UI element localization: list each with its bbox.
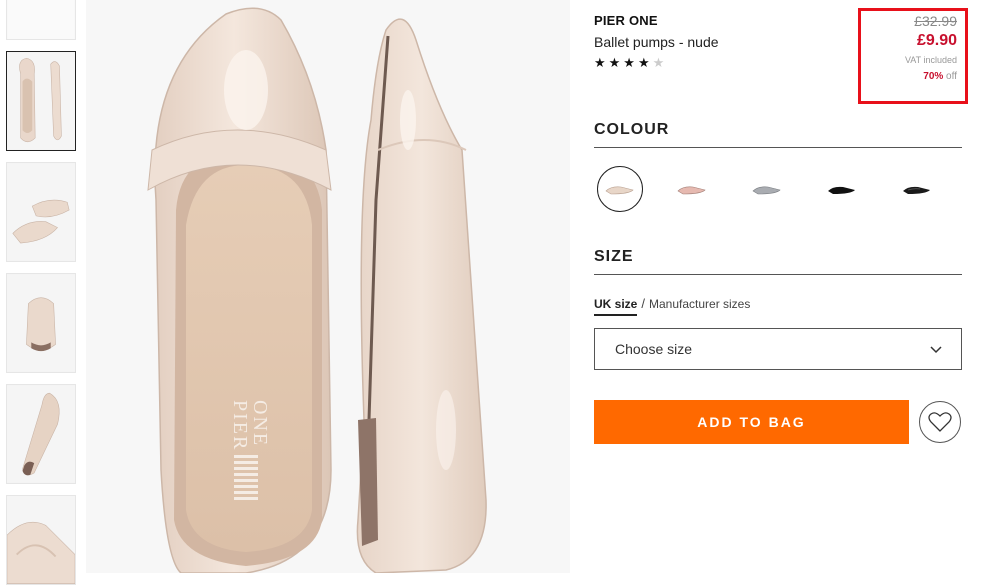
discount-suffix: off <box>943 71 957 82</box>
swatch-grey[interactable] <box>744 166 790 212</box>
product-name: Ballet pumps - nude <box>594 34 719 50</box>
price-box: £32.99 £9.90 VAT included 70% off <box>858 8 968 104</box>
shoe-icon <box>677 186 706 195</box>
colour-divider <box>594 147 962 148</box>
swatch-pink[interactable] <box>669 166 715 212</box>
sale-price: £9.90 <box>916 32 957 49</box>
vat-note: VAT included <box>904 55 957 65</box>
chevron-down-icon <box>930 346 942 354</box>
swatch-black[interactable] <box>819 166 865 212</box>
thumbnail-2[interactable] <box>6 162 76 262</box>
swatch-nude[interactable] <box>597 166 643 212</box>
add-to-bag-button[interactable]: ADD TO BAG <box>594 400 909 444</box>
tab-uk-size[interactable]: UK size <box>594 297 638 316</box>
swatch-black-patent[interactable] <box>894 166 940 212</box>
shoe-icon <box>752 186 781 195</box>
shoe-icon <box>903 186 930 194</box>
insole-brand-bottom: ONE <box>249 400 271 447</box>
insole-brand-top: PIER <box>229 400 251 451</box>
thumbnail-4[interactable] <box>6 384 76 484</box>
size-title: SIZE <box>594 248 634 265</box>
tab-manufacturer-sizes[interactable]: Manufacturer sizes <box>649 297 750 311</box>
wishlist-button[interactable] <box>919 401 961 443</box>
stars-filled: ★★★★ <box>594 55 653 70</box>
thumbnail-3[interactable] <box>6 273 76 373</box>
stars-empty: ★ <box>652 55 668 70</box>
size-select-value: Choose size <box>615 341 693 357</box>
original-price: £32.99 <box>914 13 957 29</box>
shoe-icon <box>605 186 634 195</box>
thumbnail-1[interactable] <box>6 51 76 151</box>
main-product-image[interactable]: PIER ONE <box>86 0 570 573</box>
size-divider <box>594 274 962 275</box>
thumbnail-5[interactable] <box>6 495 76 585</box>
size-select[interactable]: Choose size <box>594 328 962 370</box>
discount-label: 70% off <box>861 71 957 83</box>
heart-icon <box>928 412 952 432</box>
brand-name[interactable]: PIER ONE <box>594 13 658 28</box>
thumbnail-0[interactable] <box>6 0 76 40</box>
shoe-icon <box>828 186 855 194</box>
tab-separator: / <box>641 296 645 311</box>
colour-title: COLOUR <box>594 121 670 138</box>
thumbnail-strip <box>0 0 80 585</box>
rating-stars[interactable]: ★★★★★ <box>594 55 667 71</box>
size-tabs: UK size / Manufacturer sizes <box>594 296 750 316</box>
discount-value: 70% <box>923 71 944 82</box>
